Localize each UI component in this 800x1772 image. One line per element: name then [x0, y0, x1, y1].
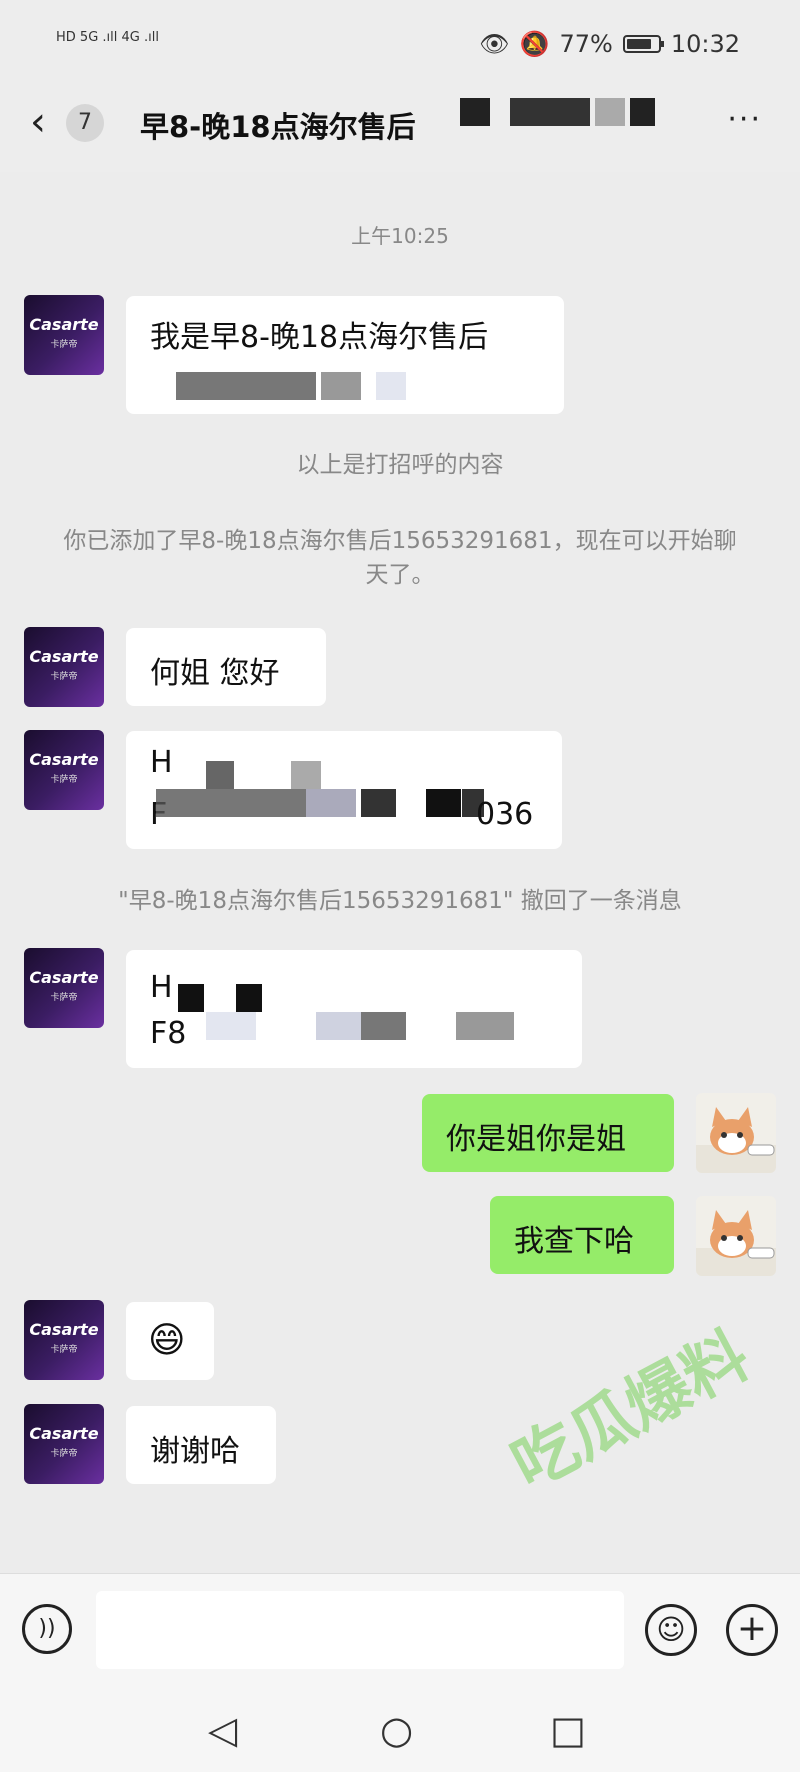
avatar-brand: Casarte: [29, 647, 99, 666]
plus-icon[interactable]: +: [726, 1604, 778, 1656]
more-options-icon[interactable]: ···: [727, 102, 762, 137]
emoji-icon[interactable]: ☺: [645, 1604, 697, 1656]
chat-title: 早8-晚18点海尔售后: [140, 110, 416, 144]
avatar-brand: Casarte: [29, 750, 99, 769]
redaction-blur: [361, 789, 396, 817]
friend-added-notice: 你已添加了早8-晚18点海尔售后15653291681，现在可以开始聊天了。: [63, 528, 737, 588]
message-bubble[interactable]: 我是早8-晚18点海尔售后: [126, 296, 564, 414]
contact-avatar[interactable]: Casarte 卡萨帝: [24, 1404, 104, 1484]
message-text: H: [150, 745, 173, 780]
unread-count-badge[interactable]: 7: [66, 104, 104, 142]
eye-icon: 👁: [479, 30, 510, 58]
chevron-left-icon[interactable]: ‹: [30, 100, 46, 144]
avatar-brand: Casarte: [29, 1424, 99, 1443]
avatar-brand: Casarte: [29, 968, 99, 987]
redaction-blur: [206, 1012, 256, 1040]
message-text: 我是早8-晚18点海尔售后: [150, 320, 489, 355]
redaction-blur: [236, 984, 262, 1012]
avatar-brand-sub: 卡萨帝: [50, 1345, 78, 1355]
message-text: 何姐 您好: [150, 656, 280, 691]
contact-avatar[interactable]: Casarte 卡萨帝: [24, 730, 104, 810]
redaction-blur: [456, 1012, 514, 1040]
signal-indicators: HD 5G .ıll 4G .ıll: [56, 30, 159, 45]
my-message-bubble[interactable]: 我查下哈: [490, 1196, 674, 1274]
redaction-block: [460, 98, 490, 126]
redaction-blur: [321, 372, 361, 400]
status-right: 👁 🔕 77% 10:32: [479, 30, 740, 58]
greeting-note: 以上是打招呼的内容: [296, 452, 504, 478]
my-avatar[interactable]: [696, 1093, 776, 1173]
voice-input-icon[interactable]: )): [22, 1604, 72, 1654]
contact-avatar[interactable]: Casarte 卡萨帝: [24, 1300, 104, 1380]
avatar-brand-sub: 卡萨帝: [50, 672, 78, 682]
redaction-blur: [376, 372, 406, 400]
redaction-blur: [176, 372, 316, 400]
redaction-block: [595, 98, 625, 126]
redaction-blur: [316, 1012, 361, 1040]
avatar-brand: Casarte: [29, 315, 99, 334]
message-input[interactable]: [96, 1591, 624, 1669]
message-text: 谢谢哈: [150, 1434, 240, 1469]
message-bubble[interactable]: 😄: [126, 1302, 214, 1380]
nav-home-icon[interactable]: ○: [380, 1708, 413, 1752]
status-bar: HD 5G .ıll 4G .ıll 👁 🔕 77% 10:32: [0, 0, 800, 90]
watermark-text: 吃瓜爆料: [500, 1318, 762, 1505]
mute-bell-icon: 🔕: [519, 30, 550, 58]
contact-avatar[interactable]: Casarte 卡萨帝: [24, 948, 104, 1028]
battery-icon: [622, 35, 664, 53]
cat-avatar-icon: [696, 1210, 776, 1276]
redaction-blur: [291, 761, 321, 789]
battery-percent: 77%: [559, 30, 613, 58]
clock: 10:32: [670, 30, 740, 58]
message-bubble[interactable]: H F 036: [126, 731, 562, 849]
redaction-blur: [206, 761, 234, 789]
redaction-blur: [361, 1012, 406, 1040]
message-bubble[interactable]: 何姐 您好: [126, 628, 326, 706]
message-text: F8: [150, 1016, 187, 1051]
redaction-blur: [178, 984, 204, 1012]
cat-avatar-icon: [696, 1107, 776, 1173]
message-text: 036: [476, 797, 534, 832]
avatar-brand-sub: 卡萨帝: [50, 775, 78, 785]
nav-recents-icon[interactable]: □: [550, 1708, 586, 1752]
message-text: H: [150, 970, 173, 1005]
avatar-brand-sub: 卡萨帝: [50, 1449, 78, 1459]
avatar-brand-sub: 卡萨帝: [50, 993, 78, 1003]
nav-back-icon[interactable]: ◁: [208, 1708, 237, 1752]
redaction-blur: [426, 789, 461, 817]
redaction-blur: [156, 789, 306, 817]
my-avatar[interactable]: [696, 1196, 776, 1276]
avatar-brand-sub: 卡萨帝: [50, 340, 78, 350]
contact-avatar[interactable]: Casarte 卡萨帝: [24, 627, 104, 707]
recall-notice: "早8-晚18点海尔售后15653291681" 撤回了一条消息: [118, 888, 682, 914]
chat-timestamp: 上午10:25: [351, 224, 449, 248]
redaction-block: [630, 98, 655, 126]
message-bubble[interactable]: H F8: [126, 950, 582, 1068]
message-text: 我查下哈: [514, 1224, 634, 1259]
avatar-brand: Casarte: [29, 1320, 99, 1339]
message-text: 你是姐你是姐: [446, 1122, 626, 1157]
redaction-block: [510, 98, 590, 126]
redaction-blur: [306, 789, 356, 817]
contact-avatar[interactable]: Casarte 卡萨帝: [24, 295, 104, 375]
message-bubble[interactable]: 谢谢哈: [126, 1406, 276, 1484]
my-message-bubble[interactable]: 你是姐你是姐: [422, 1094, 674, 1172]
watermark: 吃瓜爆料: [493, 1305, 762, 1506]
grin-emoji: 😄: [148, 1320, 186, 1361]
